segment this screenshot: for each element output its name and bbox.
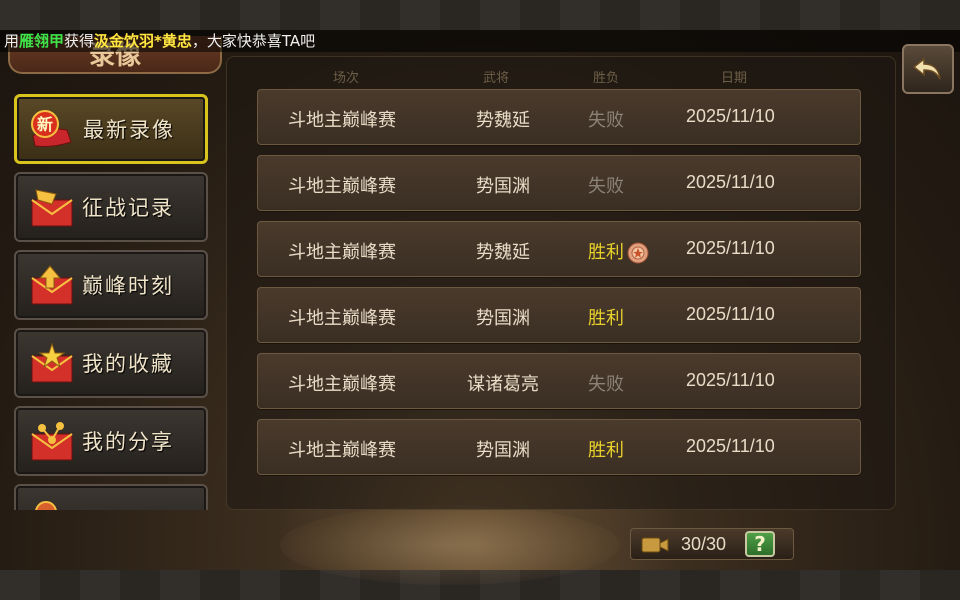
row-date: 2025/11/10 <box>686 370 775 390</box>
row-result: 失败 <box>588 176 624 197</box>
marquee-prefix: 用 <box>4 32 20 50</box>
flag-envelope-icon <box>26 186 76 228</box>
replay-counter: 30/30 ? <box>630 528 794 560</box>
sidebar-item-label: 巅峰时刻 <box>82 274 174 298</box>
row-result: 胜利 <box>588 242 624 263</box>
sidebar-item-label: 最新录像 <box>83 118 175 142</box>
row-mode: 斗地主巅峰赛 <box>288 440 396 461</box>
table-header: 场次 武将 胜负 日期 <box>227 61 897 89</box>
header-result: 胜负 <box>593 71 620 86</box>
row-general: 势国渊 <box>476 440 530 461</box>
back-arrow-icon <box>912 57 941 80</box>
top-decorative-border <box>0 0 960 30</box>
marquee-item: 雁翎甲 <box>19 32 65 50</box>
row-general: 势国渊 <box>476 308 530 329</box>
row-result: 胜利 <box>588 440 624 461</box>
sidebar-item-favorites[interactable]: 我的收藏 <box>14 328 208 398</box>
row-mode: 斗地主巅峰赛 <box>288 308 396 329</box>
row-mode: 斗地主巅峰赛 <box>288 242 396 263</box>
row-result: 失败 <box>588 110 624 131</box>
video-camera-icon <box>641 537 669 553</box>
sidebar-item-partial[interactable] <box>14 484 208 510</box>
row-date: 2025/11/10 <box>686 172 775 192</box>
header-date: 日期 <box>721 71 748 86</box>
row-date: 2025/11/10 <box>686 436 775 456</box>
marquee-suffix: ，大家快恭喜TA吧 <box>191 32 316 50</box>
sidebar: 新 最新录像 征战记录 巅峰时刻 我的收藏 我的分享 <box>12 94 210 510</box>
table-row[interactable]: 斗地主巅峰赛 势国渊 胜利 2025/11/10 <box>257 419 861 475</box>
arrow-envelope-icon <box>26 264 76 306</box>
sidebar-item-latest[interactable]: 新 最新录像 <box>14 94 208 164</box>
replay-count: 30/30 <box>681 534 727 554</box>
row-general: 势国渊 <box>476 176 530 197</box>
ground-disk <box>280 505 620 585</box>
back-button[interactable] <box>902 44 954 94</box>
table-row[interactable]: 斗地主巅峰赛 势魏延 失败 2025/11/10 <box>257 89 861 145</box>
row-general: 势魏延 <box>476 110 530 131</box>
sidebar-item-peak-moments[interactable]: 巅峰时刻 <box>14 250 208 320</box>
row-date: 2025/11/10 <box>686 304 775 324</box>
sidebar-item-shares[interactable]: 我的分享 <box>14 406 208 476</box>
sidebar-item-label: 征战记录 <box>82 196 174 220</box>
help-button[interactable]: ? <box>745 531 775 557</box>
replay-table: 场次 武将 胜负 日期 斗地主巅峰赛 势魏延 失败 2025/11/10 斗地主… <box>226 56 896 510</box>
broadcast-marquee: 用雁翎甲获得汲金饮羽*黄忠，大家快恭喜TA吧 <box>0 30 960 52</box>
marquee-reward: 汲金饮羽*黄忠 <box>94 32 192 50</box>
sidebar-item-label: 我的分享 <box>82 430 174 454</box>
row-date: 2025/11/10 <box>686 238 775 258</box>
share-envelope-icon <box>26 420 76 462</box>
row-date: 2025/11/10 <box>686 106 775 126</box>
table-row[interactable]: 斗地主巅峰赛 势国渊 失败 2025/11/10 <box>257 155 861 211</box>
marquee-verb: 获得 <box>64 32 95 50</box>
row-mode: 斗地主巅峰赛 <box>288 110 396 131</box>
table-row[interactable]: 斗地主巅峰赛 势魏延 胜利 2025/11/10 <box>257 221 861 277</box>
svg-text:新: 新 <box>37 115 53 134</box>
row-result-cell: 胜利 <box>588 238 650 265</box>
header-match: 场次 <box>333 71 360 86</box>
table-row[interactable]: 斗地主巅峰赛 势国渊 胜利 2025/11/10 <box>257 287 861 343</box>
row-mode: 斗地主巅峰赛 <box>288 374 396 395</box>
sidebar-item-battle-record[interactable]: 征战记录 <box>14 172 208 242</box>
row-general: 势魏延 <box>476 242 530 263</box>
header-general: 武将 <box>483 71 510 86</box>
row-mode: 斗地主巅峰赛 <box>288 176 396 197</box>
row-result: 失败 <box>588 374 624 395</box>
mvp-medal-icon <box>627 242 649 264</box>
star-envelope-icon <box>26 342 76 384</box>
new-badge-icon: 新 <box>27 108 77 150</box>
row-result: 胜利 <box>588 308 624 329</box>
sidebar-item-label: 我的收藏 <box>82 352 174 376</box>
table-row[interactable]: 斗地主巅峰赛 谋诸葛亮 失败 2025/11/10 <box>257 353 861 409</box>
partial-envelope-icon <box>26 498 76 510</box>
row-general: 谋诸葛亮 <box>467 374 539 395</box>
